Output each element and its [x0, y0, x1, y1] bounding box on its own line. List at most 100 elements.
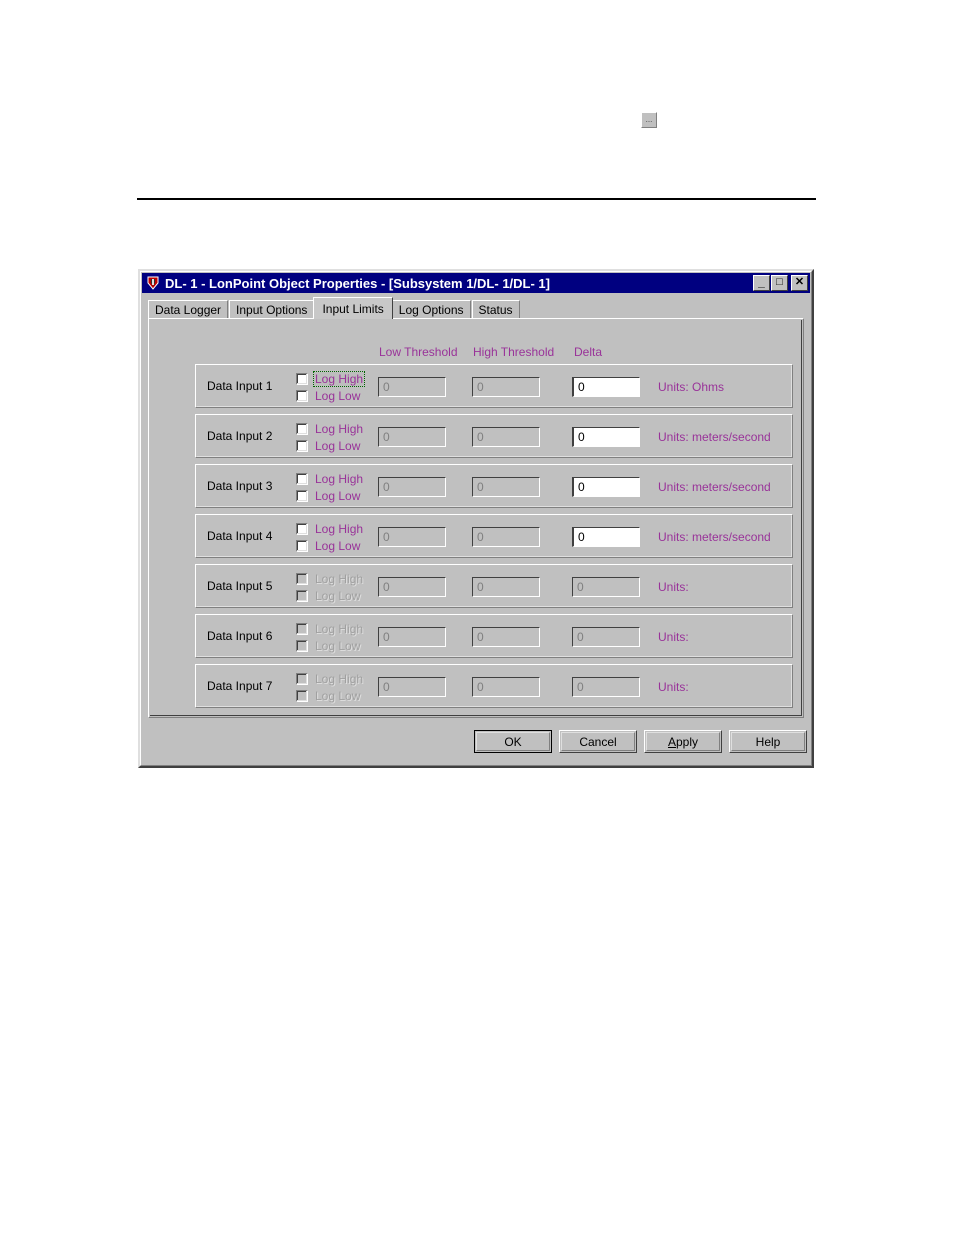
tab-status[interactable]: Status: [471, 300, 520, 319]
properties-dialog-window: DL- 1 - LonPoint Object Properties - [Su…: [138, 269, 814, 768]
log-low-label: Log Low: [315, 688, 361, 703]
low-threshold-input: 0: [378, 677, 446, 697]
units-label: Units:: [658, 680, 689, 694]
ok-button[interactable]: OK: [474, 730, 552, 753]
log-low-label: Log Low: [315, 488, 361, 503]
tab-strip: Data Logger Input Options Input Limits L…: [148, 297, 804, 319]
log-high-label: Log High: [315, 421, 364, 436]
low-threshold-input[interactable]: 0: [378, 477, 446, 497]
delta-input[interactable]: 0: [572, 427, 640, 447]
minimize-button[interactable]: _: [753, 275, 770, 291]
window-controls: _ □ ✕: [752, 275, 808, 291]
lonpoint-shield-icon: [145, 275, 161, 291]
table-row: Data Input 6 Log High Log Low 0 0 0 Unit…: [195, 614, 793, 658]
high-threshold-input[interactable]: 0: [472, 477, 540, 497]
row-label: Data Input 7: [207, 679, 273, 693]
log-low-row[interactable]: Log Low: [296, 387, 376, 404]
tab-label: Status: [478, 303, 513, 317]
log-low-row: Log Low: [296, 587, 376, 604]
apply-button-label: Apply: [668, 735, 698, 749]
log-high-checkbox[interactable]: [296, 422, 308, 435]
high-threshold-input[interactable]: 0: [472, 527, 540, 547]
units-label: Units: meters/second: [658, 480, 771, 494]
high-threshold-input: 0: [472, 677, 540, 697]
high-threshold-input[interactable]: 0: [472, 377, 540, 397]
row-label: Data Input 2: [207, 429, 273, 443]
delta-input[interactable]: 0: [572, 477, 640, 497]
maximize-icon: □: [776, 276, 783, 288]
log-low-row[interactable]: Log Low: [296, 487, 376, 504]
row-label: Data Input 6: [207, 629, 273, 643]
low-threshold-input[interactable]: 0: [378, 377, 446, 397]
row-checkboxes: Log High Log Low: [296, 470, 376, 504]
close-button[interactable]: ✕: [791, 275, 808, 291]
log-high-label: Log High: [315, 521, 364, 536]
cancel-button-label: Cancel: [579, 734, 617, 749]
log-high-row[interactable]: Log High: [296, 470, 376, 487]
row-checkboxes: Log High Log Low: [296, 570, 376, 604]
log-high-label: Log High: [315, 671, 364, 686]
table-row: Data Input 3 Log High Log Low 0 0 0 Unit…: [195, 464, 793, 508]
apply-rest: pply: [676, 734, 699, 749]
log-low-checkbox[interactable]: [296, 389, 308, 402]
log-high-checkbox: [296, 622, 308, 635]
row-checkboxes: Log High Log Low: [296, 620, 376, 654]
log-low-checkbox[interactable]: [296, 489, 308, 502]
input-limits-panel: Low Threshold High Threshold Delta Data …: [148, 318, 804, 718]
log-low-label: Log Low: [315, 588, 361, 603]
row-checkboxes: Log High Log Low: [296, 370, 376, 404]
ellipsis-button-icon[interactable]: ...: [641, 112, 657, 128]
low-threshold-input[interactable]: 0: [378, 527, 446, 547]
low-threshold-input[interactable]: 0: [378, 427, 446, 447]
log-high-label: Log High: [315, 471, 364, 486]
log-low-row: Log Low: [296, 637, 376, 654]
help-button[interactable]: Help: [729, 730, 807, 753]
log-high-row: Log High: [296, 570, 376, 587]
apply-button[interactable]: Apply: [644, 730, 722, 753]
units-label: Units:: [658, 630, 689, 644]
log-low-row: Log Low: [296, 687, 376, 704]
tab-label: Log Options: [398, 303, 464, 317]
row-label: Data Input 3: [207, 479, 273, 493]
minimize-icon: _: [758, 275, 765, 289]
tab-data-logger[interactable]: Data Logger: [148, 300, 229, 319]
table-row: Data Input 7 Log High Log Low 0 0 0 Unit…: [195, 664, 793, 708]
maximize-button[interactable]: □: [771, 275, 788, 291]
delta-input[interactable]: 0: [572, 527, 640, 547]
log-high-label: Log High: [315, 571, 364, 586]
cancel-button[interactable]: Cancel: [559, 730, 637, 753]
apply-mnemonic: A: [667, 734, 676, 749]
tab-input-options[interactable]: Input Options: [229, 300, 315, 319]
high-threshold-input[interactable]: 0: [472, 427, 540, 447]
tab-log-options[interactable]: Log Options: [391, 300, 471, 319]
log-high-label: Log High: [315, 621, 364, 636]
row-label: Data Input 1: [207, 379, 273, 393]
delta-input[interactable]: 0: [572, 377, 640, 397]
column-header-delta: Delta: [574, 345, 603, 359]
log-high-checkbox: [296, 672, 308, 685]
ok-button-label: OK: [504, 734, 522, 749]
window-title: DL- 1 - LonPoint Object Properties - [Su…: [165, 275, 550, 291]
table-row: Data Input 1 Log High Log Low 0 0 0 Unit…: [195, 364, 793, 408]
log-low-row[interactable]: Log Low: [296, 537, 376, 554]
log-high-row[interactable]: Log High: [296, 370, 376, 387]
log-high-row[interactable]: Log High: [296, 420, 376, 437]
tab-input-limits[interactable]: Input Limits: [313, 297, 393, 319]
data-input-rows: Data Input 1 Log High Log Low 0 0 0 Unit…: [195, 364, 793, 714]
title-bar: DL- 1 - LonPoint Object Properties - [Su…: [142, 273, 810, 293]
log-low-checkbox[interactable]: [296, 439, 308, 452]
units-label: Units:: [658, 580, 689, 594]
column-headers: Low Threshold High Threshold Delta: [195, 345, 793, 363]
log-high-checkbox[interactable]: [296, 372, 308, 385]
delta-input: 0: [572, 677, 640, 697]
log-high-checkbox[interactable]: [296, 472, 308, 485]
log-low-row[interactable]: Log Low: [296, 437, 376, 454]
log-high-checkbox[interactable]: [296, 522, 308, 535]
column-header-low-threshold: Low Threshold: [379, 345, 458, 359]
log-low-checkbox[interactable]: [296, 539, 308, 552]
delta-input: 0: [572, 577, 640, 597]
tab-label: Data Logger: [155, 303, 222, 317]
log-high-label: Log High: [312, 370, 366, 387]
log-high-row[interactable]: Log High: [296, 520, 376, 537]
log-low-label: Log Low: [315, 388, 361, 403]
